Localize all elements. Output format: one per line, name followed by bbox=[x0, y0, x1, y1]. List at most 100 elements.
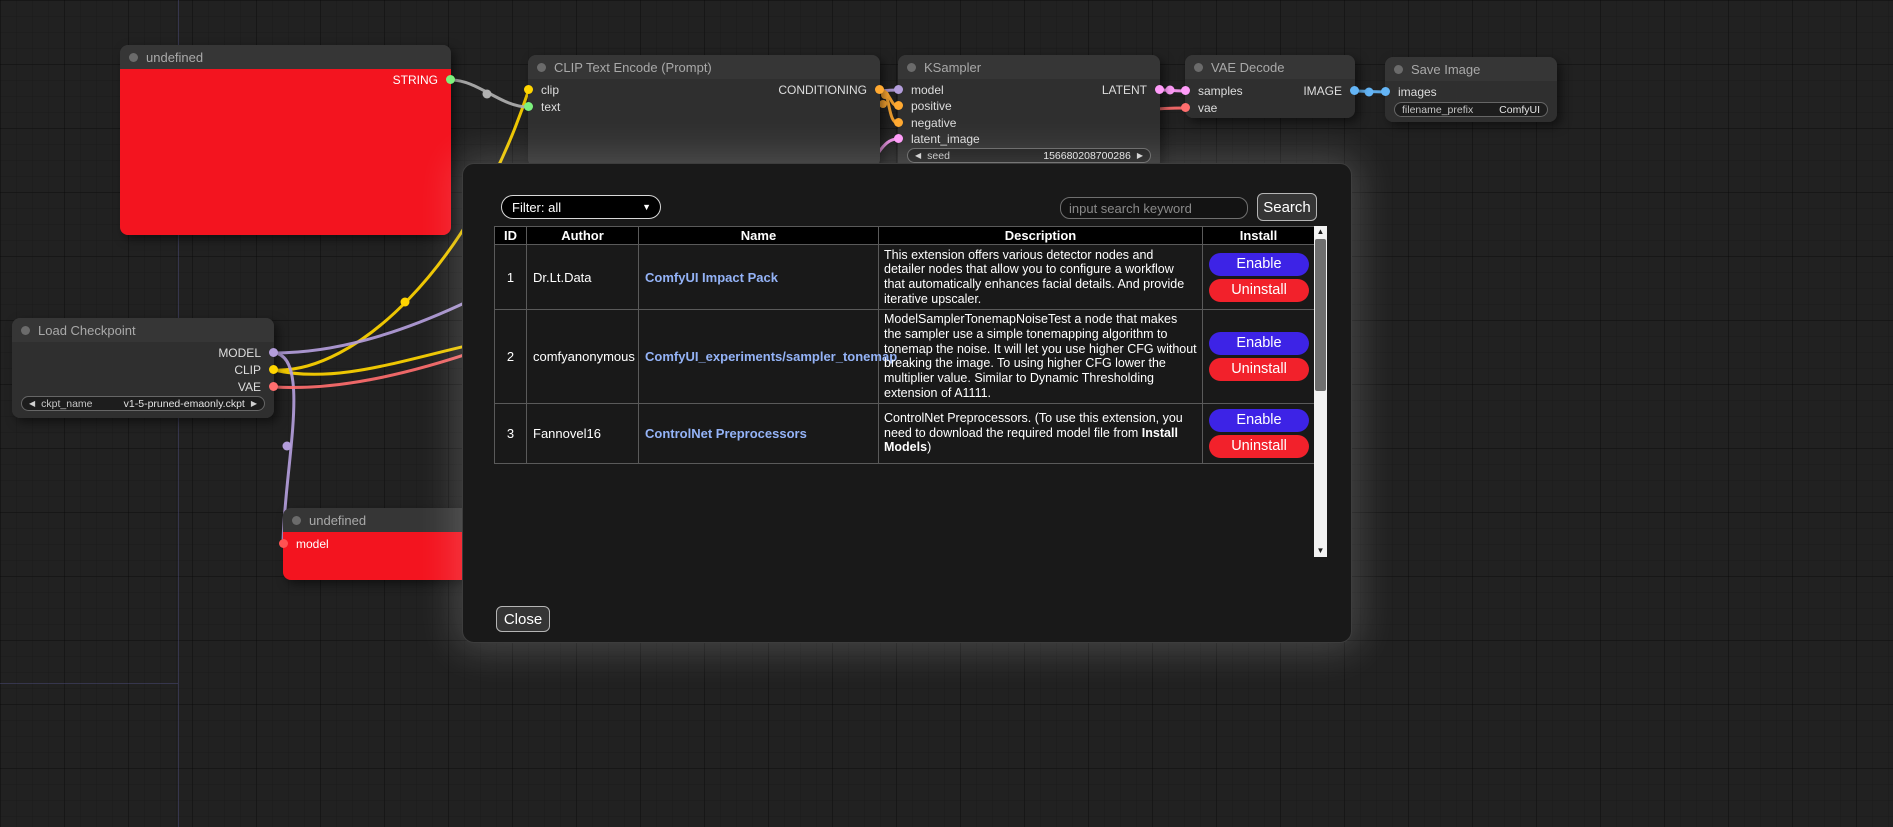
enable-button[interactable]: Enable bbox=[1209, 332, 1309, 355]
input-slot-model: model bbox=[283, 536, 469, 552]
slot-label: vae bbox=[1198, 101, 1217, 115]
node-collapse-dot[interactable] bbox=[292, 516, 301, 525]
extension-link[interactable]: ComfyUI_experiments/sampler_tonemap bbox=[645, 349, 897, 364]
output-slot-model: MODEL bbox=[12, 345, 274, 361]
output-slot-string: STRING bbox=[120, 72, 451, 88]
input-port-positive[interactable] bbox=[894, 101, 903, 110]
slot-label: LATENT bbox=[1102, 83, 1147, 97]
filename-prefix-widget[interactable]: filename_prefix ComfyUI bbox=[1394, 102, 1548, 117]
node-collapse-dot[interactable] bbox=[129, 53, 138, 62]
input-port-vae[interactable] bbox=[1181, 103, 1190, 112]
node-collapse-dot[interactable] bbox=[21, 326, 30, 335]
input-slot-text: text bbox=[528, 99, 880, 115]
wire-string-to-text bbox=[451, 80, 528, 107]
node-collapse-dot[interactable] bbox=[537, 63, 546, 72]
enable-button[interactable]: Enable bbox=[1209, 253, 1309, 276]
input-port-latent-image[interactable] bbox=[894, 134, 903, 143]
widget-name: ckpt_name bbox=[41, 398, 92, 410]
input-slot-vae: vae bbox=[1185, 100, 1355, 116]
output-port-image[interactable] bbox=[1350, 86, 1359, 95]
scrollbar-thumb[interactable] bbox=[1315, 239, 1326, 391]
output-port-string[interactable] bbox=[446, 75, 455, 84]
output-port-conditioning[interactable] bbox=[875, 85, 884, 94]
decrement-arrow-icon[interactable]: ◀ bbox=[915, 151, 921, 160]
node-load-checkpoint[interactable]: Load Checkpoint MODEL CLIP VAE ◀ ckpt_na… bbox=[12, 318, 274, 418]
node-vae-decode[interactable]: VAE Decode samples vae IMAGE bbox=[1185, 55, 1355, 118]
previous-arrow-icon[interactable]: ◀ bbox=[29, 399, 35, 408]
uninstall-button[interactable]: Uninstall bbox=[1209, 358, 1309, 381]
node-collapse-dot[interactable] bbox=[1194, 63, 1203, 72]
node-collapse-dot[interactable] bbox=[1394, 65, 1403, 74]
extension-link[interactable]: ControlNet Preprocessors bbox=[645, 426, 807, 441]
slot-label: latent_image bbox=[911, 132, 980, 146]
node-titlebar[interactable]: Save Image bbox=[1385, 57, 1557, 81]
scroll-up-icon[interactable]: ▲ bbox=[1314, 226, 1327, 238]
node-save-image[interactable]: Save Image images filename_prefix ComfyU… bbox=[1385, 57, 1557, 122]
seed-widget[interactable]: ◀ seed 156680208700286 ▶ bbox=[907, 148, 1151, 163]
uninstall-button[interactable]: Uninstall bbox=[1209, 435, 1309, 458]
table-row: 2 comfyanonymous ComfyUI_experiments/sam… bbox=[495, 310, 1315, 404]
table-header-row: ID Author Name Description Install bbox=[495, 227, 1315, 245]
node-undefined-2[interactable]: undefined model bbox=[283, 508, 469, 580]
node-titlebar[interactable]: KSampler bbox=[898, 55, 1160, 79]
slot-label: VAE bbox=[238, 380, 261, 394]
close-button[interactable]: Close bbox=[496, 606, 550, 632]
cell-name: ComfyUI Impact Pack bbox=[639, 245, 879, 310]
link-midpoint-dot bbox=[879, 100, 887, 108]
table-scrollbar[interactable]: ▲ ▼ bbox=[1314, 226, 1327, 557]
node-titlebar[interactable]: VAE Decode bbox=[1185, 55, 1355, 79]
column-header-author: Author bbox=[527, 227, 639, 245]
scroll-down-icon[interactable]: ▼ bbox=[1314, 545, 1327, 557]
node-title: VAE Decode bbox=[1211, 60, 1284, 75]
node-title: KSampler bbox=[924, 60, 981, 75]
output-slot-conditioning: CONDITIONING bbox=[528, 82, 880, 98]
uninstall-button[interactable]: Uninstall bbox=[1209, 279, 1309, 302]
input-port-text[interactable] bbox=[524, 102, 533, 111]
node-title: Save Image bbox=[1411, 62, 1480, 77]
next-arrow-icon[interactable]: ▶ bbox=[251, 399, 257, 408]
node-clip-text-encode[interactable]: CLIP Text Encode (Prompt) clip text COND… bbox=[528, 55, 880, 167]
node-ksampler[interactable]: KSampler model positive negative latent_… bbox=[898, 55, 1160, 170]
input-port-negative[interactable] bbox=[894, 118, 903, 127]
slot-label: positive bbox=[911, 99, 952, 113]
node-titlebar[interactable]: undefined bbox=[120, 45, 451, 69]
increment-arrow-icon[interactable]: ▶ bbox=[1137, 151, 1143, 160]
slot-label: IMAGE bbox=[1303, 84, 1342, 98]
filter-select[interactable]: Filter: all bbox=[501, 195, 661, 219]
output-port-model[interactable] bbox=[269, 348, 278, 357]
graph-canvas[interactable]: undefined STRING CLIP Text Encode (Promp… bbox=[0, 0, 1893, 827]
extension-link[interactable]: ComfyUI Impact Pack bbox=[645, 270, 778, 285]
input-port-images[interactable] bbox=[1381, 87, 1390, 96]
node-titlebar[interactable]: undefined bbox=[283, 508, 469, 532]
output-slot-vae: VAE bbox=[12, 379, 274, 395]
filter-select-wrap: Filter: all ▼ bbox=[501, 195, 661, 219]
table-row: 3 Fannovel16 ControlNet Preprocessors Co… bbox=[495, 403, 1315, 463]
output-port-latent[interactable] bbox=[1155, 85, 1164, 94]
link-midpoint-dot bbox=[1365, 88, 1374, 97]
node-titlebar[interactable]: CLIP Text Encode (Prompt) bbox=[528, 55, 880, 79]
search-input[interactable] bbox=[1060, 197, 1248, 219]
cell-id: 3 bbox=[495, 403, 527, 463]
cell-author: Dr.Lt.Data bbox=[527, 245, 639, 310]
cell-author: Fannovel16 bbox=[527, 403, 639, 463]
link-midpoint-dot bbox=[401, 298, 410, 307]
output-slot-clip: CLIP bbox=[12, 362, 274, 378]
node-undefined-1[interactable]: undefined STRING bbox=[120, 45, 451, 235]
extensions-table: ID Author Name Description Install 1 Dr.… bbox=[494, 226, 1315, 464]
output-port-vae[interactable] bbox=[269, 382, 278, 391]
node-collapse-dot[interactable] bbox=[907, 63, 916, 72]
canvas-guide-horizontal bbox=[0, 683, 178, 684]
input-slot-positive: positive bbox=[898, 98, 1160, 114]
enable-button[interactable]: Enable bbox=[1209, 409, 1309, 432]
search-button[interactable]: Search bbox=[1257, 193, 1317, 221]
input-port-model[interactable] bbox=[279, 539, 288, 548]
output-port-clip[interactable] bbox=[269, 365, 278, 374]
node-title: CLIP Text Encode (Prompt) bbox=[554, 60, 712, 75]
cell-description: This extension offers various detector n… bbox=[879, 245, 1203, 310]
extensions-table-wrap: ID Author Name Description Install 1 Dr.… bbox=[494, 226, 1327, 557]
output-slot-latent: LATENT bbox=[898, 82, 1160, 98]
node-titlebar[interactable]: Load Checkpoint bbox=[12, 318, 274, 342]
ckpt-name-widget[interactable]: ◀ ckpt_name v1-5-pruned-emaonly.ckpt ▶ bbox=[21, 396, 265, 411]
link-midpoint-dot bbox=[283, 442, 292, 451]
cell-name: ControlNet Preprocessors bbox=[639, 403, 879, 463]
